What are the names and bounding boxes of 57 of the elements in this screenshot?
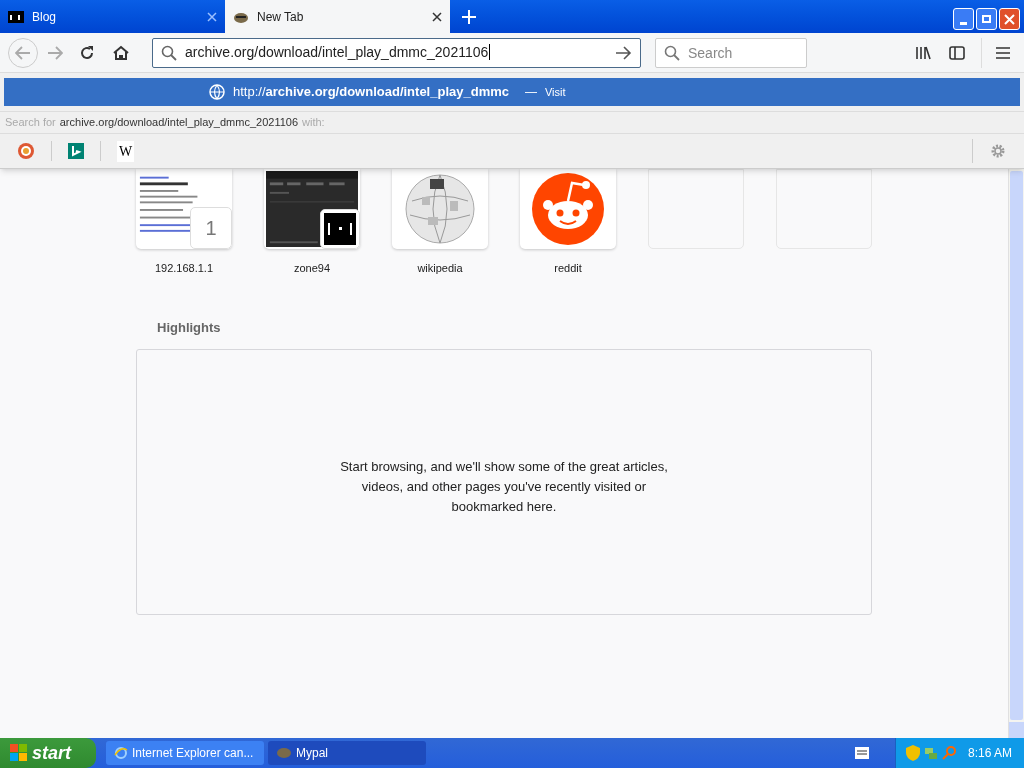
number-badge: 1 (190, 207, 232, 249)
taskbar-button[interactable]: Internet Explorer can... (106, 741, 264, 765)
reload-icon[interactable] (79, 44, 95, 61)
site-tile[interactable] (392, 169, 488, 249)
menu-icon[interactable] (996, 46, 1010, 59)
library-icon[interactable] (915, 45, 931, 60)
wikipedia-button[interactable]: W (117, 140, 135, 162)
plus-icon[interactable] (462, 10, 476, 24)
search-icon (664, 44, 680, 61)
globe-icon (402, 171, 478, 247)
tab-title: New Tab (257, 8, 305, 26)
close-icon (1004, 13, 1015, 25)
clock: 8:16 AM (967, 745, 1012, 762)
globe-icon (114, 746, 128, 760)
close-icon[interactable] (432, 11, 442, 22)
search-icon (161, 44, 177, 61)
search-with-label: with: (302, 115, 325, 131)
browser-tab[interactable]: Blog (0, 0, 225, 33)
bing-icon[interactable] (68, 143, 84, 159)
restore-button[interactable] (976, 8, 997, 30)
forward-icon[interactable] (47, 45, 63, 60)
suggestion-row[interactable]: http://archive.org/download/intel_play_dmmc — Visit (4, 78, 1020, 106)
site-label: wikipedia (417, 261, 463, 276)
close-button[interactable] (999, 8, 1020, 30)
sidebar-icon[interactable] (949, 45, 965, 60)
search-query: archive.org/download/intel_play_dmmc_2021106 (59, 115, 299, 131)
start-button[interactable]: start (0, 738, 96, 768)
search-for-label: Search for (5, 115, 56, 131)
search-field[interactable]: Search (655, 37, 807, 68)
arrow-right-icon[interactable] (615, 45, 632, 60)
suggestion-url: http://archive.org/download/intel_play_dmmc (233, 83, 509, 102)
site-tile[interactable] (776, 169, 872, 249)
windows-logo-icon (10, 744, 28, 762)
settings-icon[interactable] (989, 142, 1007, 160)
site-tile[interactable] (648, 169, 744, 249)
back-arrow-icon (15, 45, 31, 60)
section-title: Highlights (157, 318, 222, 337)
globe-icon (209, 84, 225, 100)
site-tile[interactable]: 1 (136, 169, 232, 249)
alien-icon (530, 171, 606, 247)
visit-label: Visit (545, 84, 566, 100)
browser-tab[interactable]: New Tab (225, 0, 450, 33)
minimize-button[interactable] (953, 8, 974, 30)
home-icon[interactable] (113, 44, 129, 61)
scrollbar[interactable] (1008, 169, 1024, 738)
site-label: reddit (554, 261, 582, 276)
terminal-icon (8, 10, 24, 23)
site-label: zone94 (293, 261, 331, 276)
url-field[interactable]: archive.org/download/intel_play_dmmc_2021106 (152, 37, 641, 68)
keyboard-icon[interactable] (854, 747, 869, 759)
site-label: 192.168.1.1 (154, 261, 214, 276)
separator-dash: — (525, 84, 537, 101)
tab-title: Blog (32, 8, 58, 26)
duck-icon[interactable] (17, 142, 35, 160)
site-tile[interactable] (520, 169, 616, 249)
taskbar-button[interactable]: Mypal (268, 741, 426, 765)
empty-message: Start browsing, and we'll show some of the great articles, videos, and other pages you've recently visited or bookmarked here. (339, 458, 669, 516)
